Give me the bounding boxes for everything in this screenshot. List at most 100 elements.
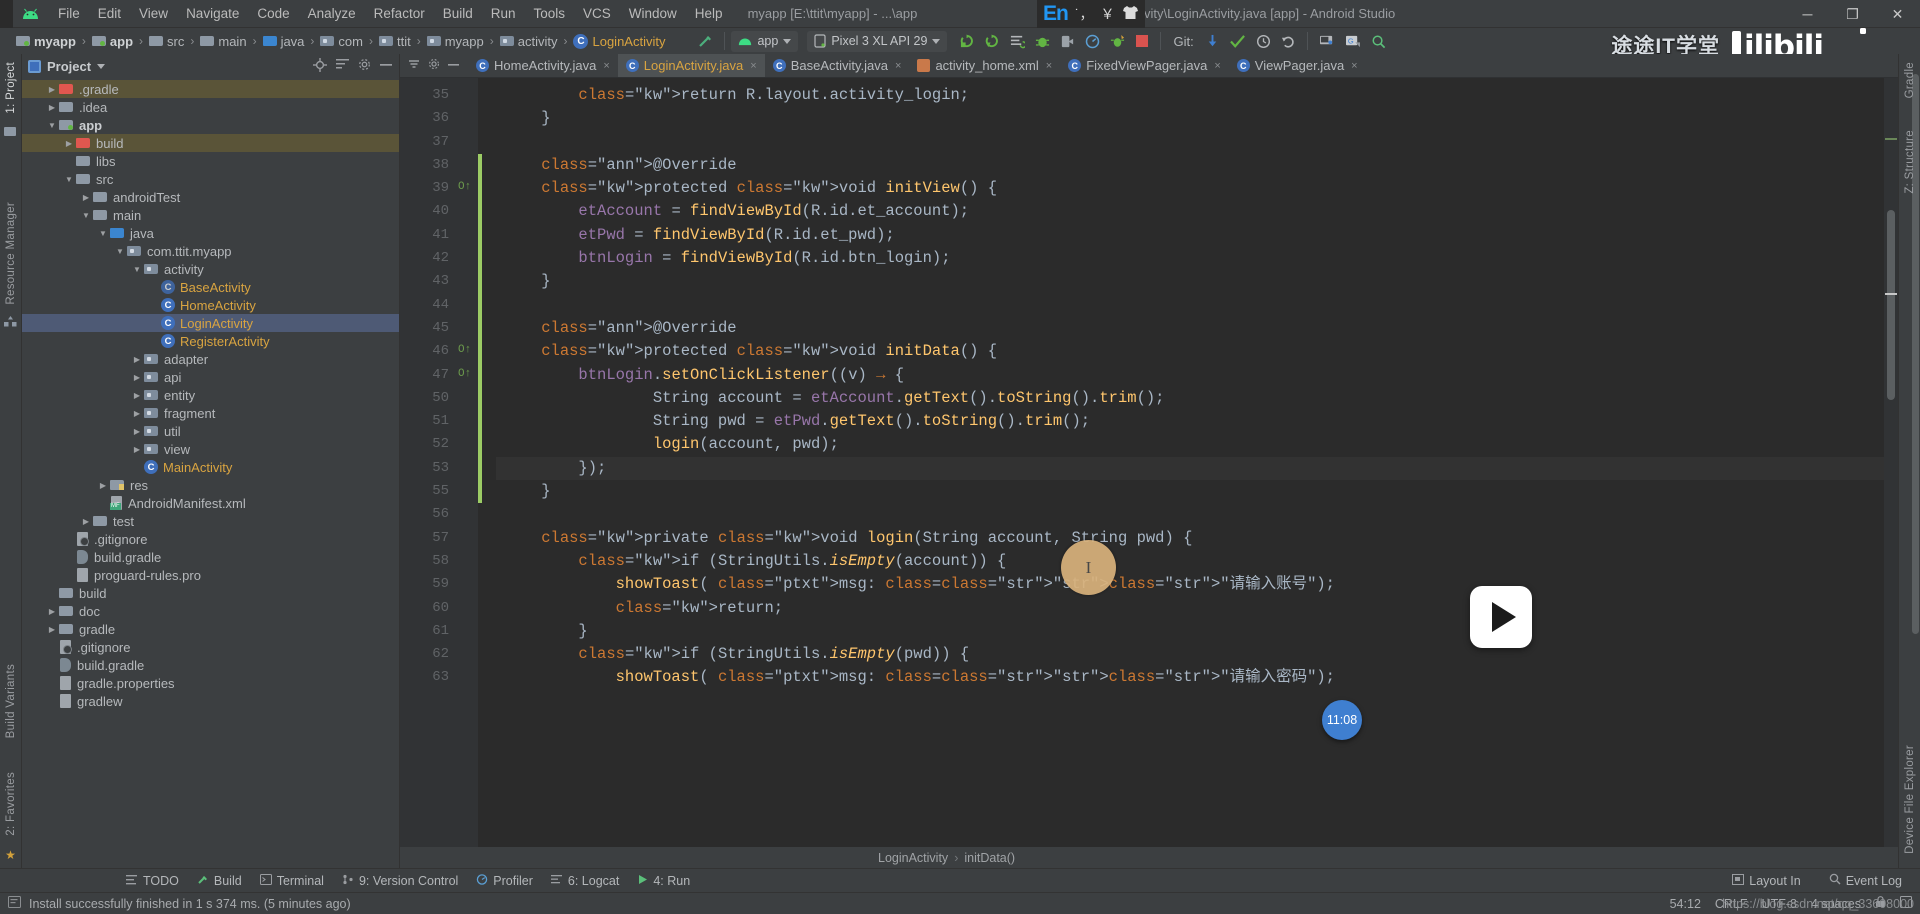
code-line[interactable]: showToast( class="ptxt">msg: class=class… — [496, 573, 1884, 596]
tree-item-app[interactable]: ▼ app — [22, 116, 399, 134]
locate-icon[interactable] — [313, 57, 327, 75]
breadcrumb-item-myapp[interactable]: myapp — [14, 34, 78, 49]
chevron-right-icon[interactable]: ▶ — [96, 481, 110, 490]
tree-item-res[interactable]: ▶ res — [22, 476, 399, 494]
tool-layout-inspector[interactable]: Layout In — [1724, 872, 1808, 890]
gutter-annotation[interactable] — [456, 107, 478, 130]
ime-punctuation-icon[interactable]: ˙， — [1075, 4, 1094, 24]
commit-icon[interactable] — [1225, 30, 1251, 52]
tool-todo[interactable]: TODO — [118, 872, 187, 890]
apply-code-changes-icon[interactable] — [1005, 30, 1030, 52]
tree-item-com-ttit-myapp[interactable]: ▼ com.ttit.myapp — [22, 242, 399, 260]
breadcrumb-item-java[interactable]: java — [261, 34, 307, 49]
menu-tools[interactable]: Tools — [525, 3, 575, 24]
tree-item-build-gradle[interactable]: build.gradle — [22, 656, 399, 674]
breadcrumb-item-activity[interactable]: activity — [498, 34, 560, 49]
chevron-down-icon[interactable]: ▼ — [45, 121, 59, 130]
run-configuration-selector[interactable]: app — [731, 30, 799, 52]
code-line[interactable] — [496, 503, 1884, 526]
profiler-icon[interactable] — [1080, 30, 1105, 52]
gutter-annotation[interactable] — [456, 200, 478, 223]
tab-login-activity[interactable]: C LoginActivity.java × — [617, 54, 765, 77]
menu-refactor[interactable]: Refactor — [365, 3, 434, 24]
code-line[interactable]: class="kw">if (StringUtils.isEmpty(pwd))… — [496, 643, 1884, 666]
code-line[interactable] — [496, 294, 1884, 317]
menu-build[interactable]: Build — [434, 3, 482, 24]
chevron-down-icon[interactable] — [97, 63, 106, 69]
code-line[interactable]: class="kw">protected class="kw">void ini… — [496, 340, 1884, 363]
tree-item-homeactivity[interactable]: C HomeActivity — [22, 296, 399, 314]
tool-terminal[interactable]: Terminal — [252, 872, 332, 890]
code-editor[interactable]: 35 36 37 38 39 40 41 42 43 44 45 46 47 50 51 52 53 55 56 57… — [400, 78, 1898, 847]
chevron-right-icon[interactable]: ▶ — [130, 373, 144, 382]
chevron-down-icon[interactable]: ▼ — [113, 247, 127, 256]
sidebar-item-resource-manager[interactable]: Resource Manager — [4, 198, 18, 309]
tree-item-gradle-properties[interactable]: gradle.properties — [22, 674, 399, 692]
chevron-right-icon[interactable]: ▶ — [45, 625, 59, 634]
tool-profiler[interactable]: Profiler — [468, 872, 541, 890]
gutter-annotation[interactable] — [456, 527, 478, 550]
left-tool-rail[interactable]: 1: Project Resource Manager Build Varian… — [0, 54, 22, 868]
breadcrumb-item-com[interactable]: com — [318, 34, 365, 49]
chevron-right-icon[interactable]: ▶ — [62, 139, 76, 148]
tab-view-pager[interactable]: C ViewPager.java × — [1229, 54, 1366, 77]
gutter-annotation[interactable] — [456, 154, 478, 177]
menu-vcs[interactable]: VCS — [574, 3, 620, 24]
editor-breadcrumb-class[interactable]: LoginActivity — [878, 851, 948, 865]
code-line[interactable]: }); — [496, 456, 1884, 481]
code-line[interactable]: String pwd = etPwd.getText().toString().… — [496, 410, 1884, 433]
close-icon[interactable]: × — [1351, 60, 1357, 72]
code-line[interactable]: } — [496, 480, 1884, 503]
gutter-annotation[interactable] — [456, 317, 478, 340]
chevron-right-icon[interactable]: ▶ — [130, 445, 144, 454]
tree-item-util[interactable]: ▶ util — [22, 422, 399, 440]
ime-width-icon[interactable]: ￥ — [1101, 4, 1115, 24]
code-line[interactable]: showToast( class="ptxt">msg: class=class… — [496, 666, 1884, 689]
code-line[interactable]: etAccount = findViewById(R.id.et_account… — [496, 200, 1884, 223]
sdk-manager-icon[interactable]: G — [1340, 30, 1366, 52]
scrollbar-thumb[interactable] — [1887, 210, 1895, 400]
stop-icon[interactable] — [1130, 30, 1154, 52]
gutter-annotation[interactable] — [456, 573, 478, 596]
debug-icon[interactable] — [1030, 30, 1055, 52]
update-project-icon[interactable] — [1200, 30, 1225, 52]
tree-item-gitignore[interactable]: .gitignore — [22, 638, 399, 656]
close-icon[interactable]: × — [603, 60, 609, 72]
tree-item-java[interactable]: ▼ java — [22, 224, 399, 242]
maximize-button[interactable]: ❐ — [1830, 0, 1875, 28]
menu-navigate[interactable]: Navigate — [177, 3, 248, 24]
code-line[interactable]: String account = etAccount.getText().toS… — [496, 387, 1884, 410]
tree-item-build[interactable]: build — [22, 584, 399, 602]
tree-item-mainactivity[interactable]: C MainActivity — [22, 458, 399, 476]
code-line[interactable]: } — [496, 620, 1884, 643]
menu-run[interactable]: Run — [482, 3, 525, 24]
close-icon[interactable]: × — [1046, 60, 1052, 72]
ime-skin-icon[interactable] — [1122, 5, 1139, 24]
code-text-area[interactable]: class="kw">return R.layout.activity_logi… — [496, 78, 1884, 847]
code-line[interactable]: } — [496, 270, 1884, 293]
avd-manager-icon[interactable] — [1314, 30, 1340, 52]
gutter-annotation[interactable] — [456, 270, 478, 293]
chevron-right-icon[interactable]: ▶ — [45, 103, 59, 112]
code-folding-column[interactable] — [478, 78, 496, 847]
breadcrumb-item-main[interactable]: main — [198, 34, 248, 49]
history-icon[interactable] — [1251, 30, 1276, 52]
tool-window-bar[interactable]: TODO Build Terminal 9: Version Control P… — [0, 868, 1920, 892]
editor-scrollbar[interactable] — [1884, 78, 1898, 847]
chevron-down-icon[interactable]: ▼ — [62, 175, 76, 184]
code-line[interactable]: class="ann">@Override — [496, 154, 1884, 177]
chevron-right-icon[interactable]: ▶ — [79, 193, 93, 202]
code-line[interactable]: class="kw">if (StringUtils.isEmpty(accou… — [496, 550, 1884, 573]
tree-item-gradlew[interactable]: gradlew — [22, 692, 399, 710]
ime-language-label[interactable]: En — [1043, 2, 1069, 26]
override-method-icon[interactable]: O↑ — [458, 181, 471, 193]
window-controls[interactable]: ─ ❐ ✕ — [1785, 0, 1920, 28]
tool-build[interactable]: Build — [189, 872, 250, 890]
tab-toolbar[interactable] — [400, 54, 468, 77]
sidebar-item-build-variants[interactable]: Build Variants — [4, 660, 18, 742]
hide-panel-icon[interactable] — [380, 58, 393, 74]
run-icon[interactable] — [955, 30, 980, 52]
override-method-icon[interactable]: O↑ — [458, 344, 471, 356]
attach-debugger-icon[interactable] — [1105, 30, 1130, 52]
tree-item-test[interactable]: ▶ test — [22, 512, 399, 530]
